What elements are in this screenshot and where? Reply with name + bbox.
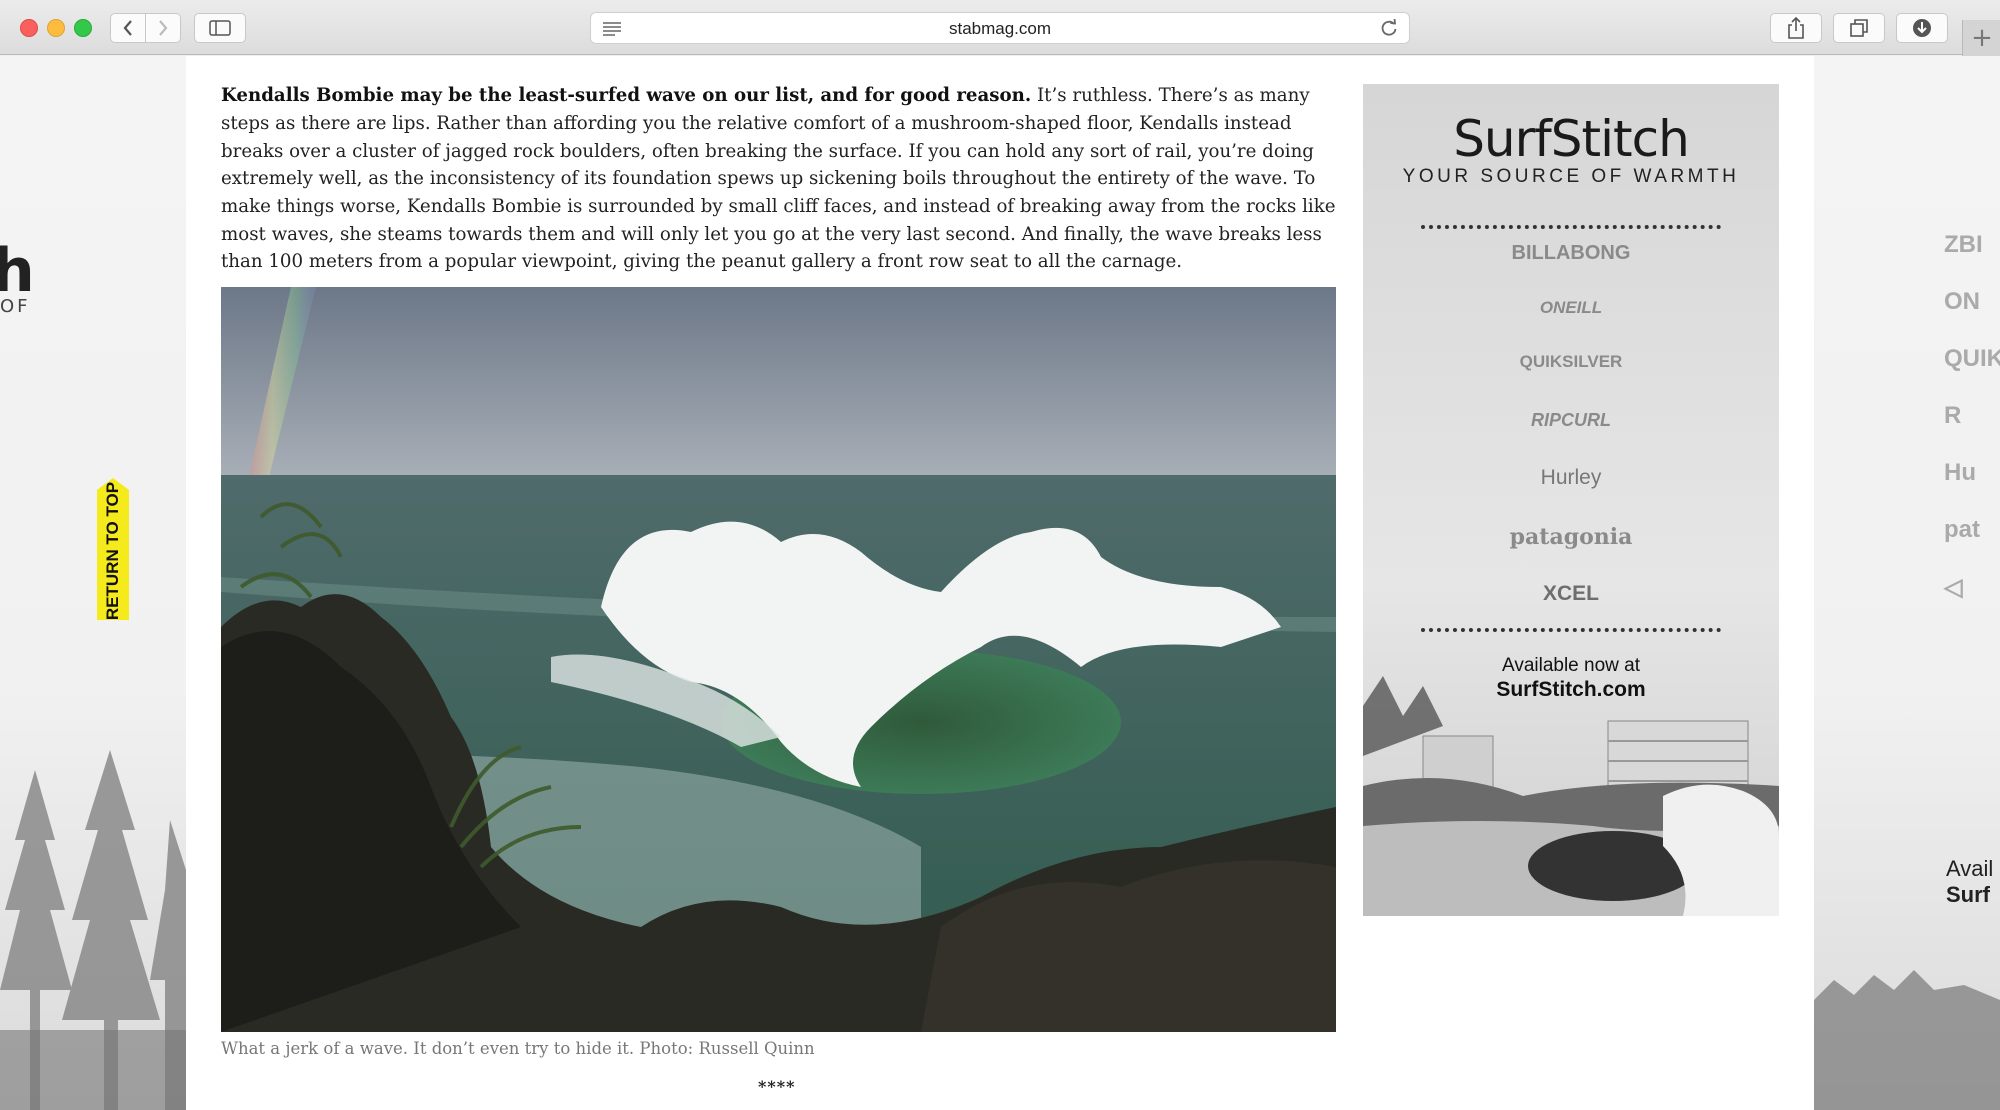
section-separator: **** <box>758 1077 796 1096</box>
article-lead-sentence: Kendalls Bombie may be the least-surfed … <box>221 85 1032 107</box>
ad-tagline: YOUR SOURCE OF WARMTH <box>1402 166 1740 187</box>
sidebar-icon <box>209 20 231 36</box>
browser-toolbar: stabmag.com + <box>0 0 2000 56</box>
brand-oneill: ONEILL <box>1539 298 1603 317</box>
plus-icon: + <box>1971 23 1993 53</box>
back-button[interactable] <box>110 13 146 43</box>
right-bg-brand: ON <box>1944 288 1980 315</box>
surfstitch-ad[interactable]: SurfStitch YOUR SOURCE OF WARMTH BILLABO… <box>1363 84 1779 916</box>
ad-coast-photo <box>1363 676 1779 916</box>
chevron-left-icon <box>123 20 132 36</box>
minimize-window-button[interactable] <box>47 19 65 37</box>
article-column: Kendalls Bombie may be the least-surfed … <box>186 56 1814 1110</box>
pine-trees-illustration <box>0 750 186 1110</box>
surfstitch-logo: SurfStitch <box>1453 110 1690 168</box>
sidebar-toggle-button[interactable] <box>194 13 246 43</box>
coastline-illustration <box>1814 970 2000 1110</box>
tabs-icon <box>1850 19 1868 37</box>
brand-quiksilver: QUIKSILVER <box>1519 352 1623 371</box>
download-icon <box>1913 19 1931 37</box>
address-bar[interactable]: stabmag.com <box>590 12 1410 44</box>
right-bg-brand: pat <box>1944 516 1980 543</box>
right-bg-avail-line1: Avail <box>1946 856 1994 881</box>
right-background-availability: Avail Surf <box>1946 856 1993 908</box>
right-background-ad: ZBI ON QUIK R Hu pat ◁ Avail Surf <box>1814 56 2000 1110</box>
wave-photo <box>221 287 1336 1032</box>
brand-xcel: XCEL <box>1542 582 1599 605</box>
forward-button[interactable] <box>145 13 181 43</box>
return-to-top-button[interactable]: RETURN TO TOP <box>97 478 129 620</box>
share-button[interactable] <box>1770 13 1822 43</box>
article-paragraph: Kendalls Bombie may be the least-surfed … <box>221 82 1346 276</box>
right-bg-brand: ◁ <box>1944 574 1963 601</box>
wave-photo-illustration <box>221 287 1336 1032</box>
right-bg-brand: ZBI <box>1944 231 1983 258</box>
ad-divider-bottom <box>1421 628 1721 632</box>
new-tab-button[interactable]: + <box>1962 20 2000 56</box>
article-body-text: It’s ruthless. There’s as many steps as … <box>221 85 1336 273</box>
brand-hurley: Hurley <box>1540 466 1602 489</box>
show-tabs-button[interactable] <box>1833 13 1885 43</box>
ad-divider-top <box>1421 225 1721 229</box>
photo-caption: What a jerk of a wave. It don’t even try… <box>221 1039 815 1058</box>
return-to-top-label: RETURN TO TOP <box>103 481 122 621</box>
brand-ripcurl: RIPCURL <box>1531 410 1611 430</box>
left-background-tagline: OF <box>0 296 31 317</box>
reload-icon[interactable] <box>1379 18 1399 38</box>
downloads-button[interactable] <box>1896 13 1948 43</box>
brand-patagonia: patagonia <box>1509 524 1633 550</box>
right-bg-avail-line2: Surf <box>1946 882 1990 907</box>
maximize-window-button[interactable] <box>74 19 92 37</box>
brand-billabong: BILLABONG <box>1511 242 1631 264</box>
chevron-right-icon <box>159 20 168 36</box>
left-background-ad: h OF <box>0 56 186 1110</box>
close-window-button[interactable] <box>20 19 38 37</box>
right-background-brand-list: ZBI ON QUIK R Hu pat ◁ <box>1944 231 2000 630</box>
right-bg-brand: Hu <box>1944 459 1976 486</box>
right-bg-brand: R <box>1944 402 1962 429</box>
ad-available-text: Available now at <box>1501 655 1641 676</box>
share-icon <box>1788 17 1804 39</box>
right-bg-brand: QUIK <box>1944 345 2000 372</box>
url-text: stabmag.com <box>948 19 1052 38</box>
